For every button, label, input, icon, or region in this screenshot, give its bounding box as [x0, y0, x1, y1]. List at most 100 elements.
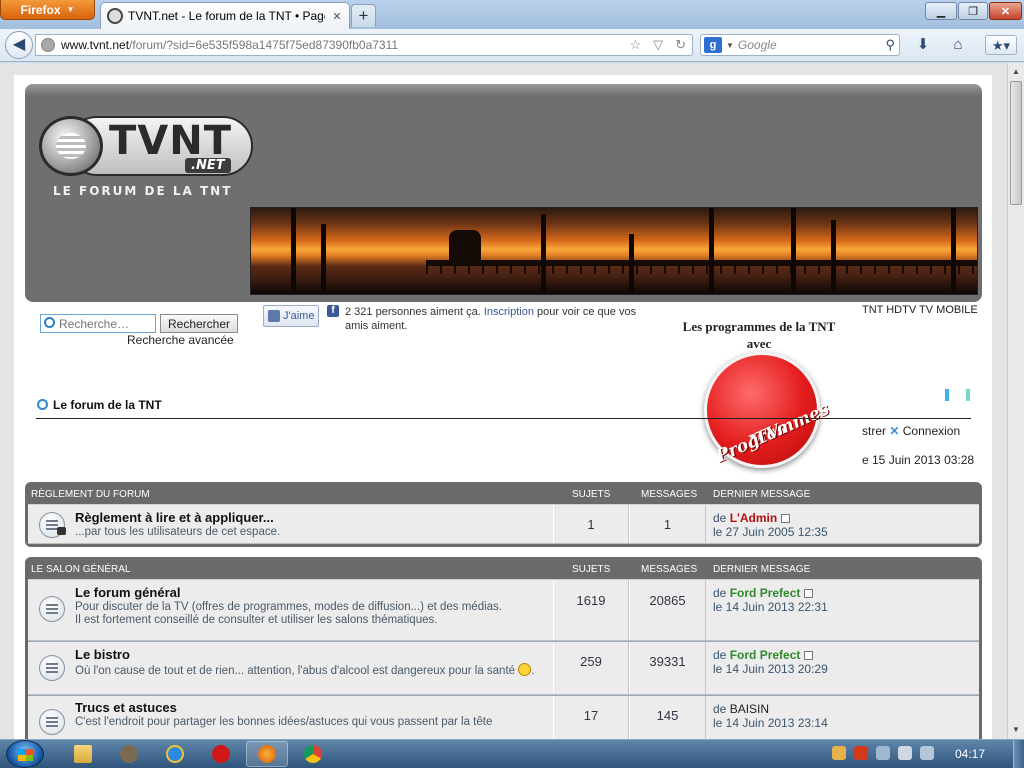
taskbar-firefox[interactable]	[246, 741, 288, 767]
taskbar-chrome[interactable]	[292, 741, 334, 767]
category-header: RÈGLEMENT DU FORUM SUJETS MESSAGES DERNI…	[28, 482, 979, 504]
column-header-sujets: SUJETS	[572, 564, 611, 575]
goto-last-post-icon[interactable]	[804, 589, 814, 598]
navigation-toolbar: ◀ www.tvnt.net/forum/?sid=6e535f598a1475…	[0, 29, 1024, 62]
facebook-like-button[interactable]: J'aime	[263, 305, 319, 327]
facebook-signup-link[interactable]: Inscription	[484, 306, 534, 318]
tray-avast-icon[interactable]	[854, 746, 868, 760]
browser-tab[interactable]: TVNT.net - Le forum de la TNT • Page d'.…	[100, 2, 350, 29]
url-bar[interactable]: www.tvnt.net/forum/?sid=6e535f598a1475f7…	[35, 34, 693, 56]
windows-taskbar: 04:17	[0, 739, 1024, 768]
firefox-menu-label: Firefox	[20, 2, 61, 17]
page-viewport: TVNT .NET LE FORUM DE LA TNT Recherche… …	[0, 63, 1007, 739]
tray-network-icon[interactable]	[876, 746, 890, 760]
goto-last-post-icon[interactable]	[781, 514, 791, 523]
download-icon[interactable]: ⬇	[912, 35, 934, 55]
maximize-button[interactable]: ❐	[958, 2, 988, 20]
site-logo[interactable]: TVNT .NET LE FORUM DE LA TNT	[39, 112, 255, 202]
forum-topic-count: 17	[553, 696, 629, 739]
forum-message-count: 20865	[629, 580, 706, 640]
column-header-messages: MESSAGES	[641, 564, 698, 575]
last-post-user[interactable]: BAISIN	[730, 702, 769, 716]
palm-tree	[541, 214, 546, 294]
forum-description: Où l'on cause de tout et de rien... atte…	[75, 663, 555, 678]
minimize-button[interactable]: ▁	[925, 2, 957, 20]
taskbar-gimp[interactable]	[108, 741, 150, 767]
close-window-button[interactable]: ✕	[989, 2, 1022, 20]
last-post-user[interactable]: Ford Prefect	[730, 648, 801, 662]
forum-title-link[interactable]: Le forum général	[75, 585, 180, 600]
search-bar[interactable]: g ▼ Google ⚲	[700, 34, 900, 56]
forum-title-link[interactable]: Le bistro	[75, 647, 130, 662]
column-header-messages: MESSAGES	[641, 489, 698, 500]
system-tray	[832, 746, 934, 760]
login-link[interactable]: Connexion	[903, 424, 960, 438]
forum-read-icon	[39, 655, 65, 681]
column-header-last-message: DERNIER MESSAGE	[713, 489, 811, 500]
firefox-menu-button[interactable]: Firefox ▼	[0, 0, 95, 20]
page-content: TVNT .NET LE FORUM DE LA TNT Recherche… …	[14, 75, 992, 739]
taskbar-internet-explorer[interactable]	[154, 741, 196, 767]
forum-title-link[interactable]: Règlement à lire et à appliquer...	[75, 510, 274, 525]
breadcrumb-forum-link[interactable]: Le forum de la TNT	[53, 398, 162, 412]
tnt-mobile-link[interactable]: TNT HDTV TV MOBILE	[862, 304, 978, 316]
forum-last-post: de L'Admin le 27 Juin 2005 12:35	[713, 511, 828, 539]
reload-icon[interactable]: ↻	[675, 37, 686, 53]
last-post-user[interactable]: Ford Prefect	[730, 586, 801, 600]
start-button[interactable]	[6, 740, 44, 768]
scroll-down-icon[interactable]: ▼	[1009, 723, 1023, 737]
column-header-sujets: SUJETS	[572, 489, 611, 500]
back-button[interactable]: ◀	[5, 31, 33, 59]
bookmark-star-icon[interactable]: ☆	[629, 37, 641, 53]
forum-title-link[interactable]: Trucs et astuces	[75, 700, 177, 715]
search-button[interactable]: Rechercher	[160, 314, 238, 333]
breadcrumb: Le forum de la TNT	[36, 396, 971, 419]
advanced-search-link[interactable]: Recherche avancée	[127, 333, 234, 347]
palm-tree	[291, 208, 296, 294]
engine-dropdown-icon[interactable]: ▼	[726, 41, 734, 50]
forum-read-icon	[39, 709, 65, 735]
new-tab-button[interactable]: +	[351, 4, 376, 27]
tnt-title-line2: avec	[746, 336, 772, 351]
forum-search-input[interactable]	[40, 314, 156, 333]
window-titlebar: Firefox ▼ TVNT.net - Le forum de la TNT •…	[0, 0, 1024, 29]
tab-close-icon[interactable]: ✕	[330, 10, 344, 23]
tab-title: TVNT.net - Le forum de la TNT • Page d'.…	[128, 9, 325, 23]
last-post-user[interactable]: L'Admin	[730, 511, 778, 525]
taskbar-opera[interactable]	[200, 741, 242, 767]
forum-last-post: de Ford Prefect le 14 Juin 2013 20:29	[713, 648, 828, 676]
goto-last-post-icon[interactable]	[804, 651, 814, 660]
vertical-scrollbar[interactable]: ▲ ▼	[1007, 63, 1024, 739]
tray-flag-icon[interactable]	[898, 746, 912, 760]
category-title[interactable]: RÈGLEMENT DU FORUM	[31, 489, 150, 500]
tray-volume-icon[interactable]	[920, 746, 934, 760]
category-title[interactable]: LE SALON GÉNÉRAL	[31, 564, 130, 575]
forum-category-reglement: RÈGLEMENT DU FORUM SUJETS MESSAGES DERNI…	[25, 482, 982, 547]
magnifier-icon[interactable]: ⚲	[885, 37, 895, 53]
taskbar-clock[interactable]: 04:17	[955, 747, 985, 761]
palm-tree	[629, 234, 634, 294]
logo-tv-icon	[39, 116, 103, 176]
scroll-up-icon[interactable]: ▲	[1009, 65, 1023, 79]
show-desktop-button[interactable]	[1013, 740, 1024, 768]
palm-tree	[791, 208, 796, 294]
dropdown-arrow-icon: ▼	[66, 5, 75, 14]
bookmarks-menu-button[interactable]: ★▾	[985, 35, 1017, 55]
last-post-date: le 27 Juin 2005 12:35	[713, 525, 828, 539]
opera-icon	[212, 745, 230, 763]
forum-description-text: Où l'on cause de tout et de rien... atte…	[75, 665, 516, 677]
login-icon: ✕	[889, 424, 900, 438]
google-engine-icon[interactable]: g	[704, 37, 722, 53]
forum-last-post: de BAISIN le 14 Juin 2013 23:14	[713, 702, 828, 730]
scrollbar-thumb[interactable]	[1010, 81, 1022, 205]
site-header: TVNT .NET LE FORUM DE LA TNT	[25, 84, 982, 302]
url-dropdown-icon[interactable]: ▽	[653, 37, 663, 53]
forum-last-post: de Ford Prefect le 14 Juin 2013 22:31	[713, 586, 828, 614]
register-link[interactable]: strer	[862, 424, 886, 438]
home-icon[interactable]: ⌂	[947, 35, 969, 55]
forum-row: Règlement à lire et à appliquer... ...pa…	[28, 504, 979, 544]
tray-chevron-icon[interactable]	[832, 746, 846, 760]
category-header: LE SALON GÉNÉRAL SUJETS MESSAGES DERNIER…	[28, 557, 979, 579]
taskbar-explorer[interactable]	[62, 741, 104, 767]
forum-read-icon	[39, 596, 65, 622]
